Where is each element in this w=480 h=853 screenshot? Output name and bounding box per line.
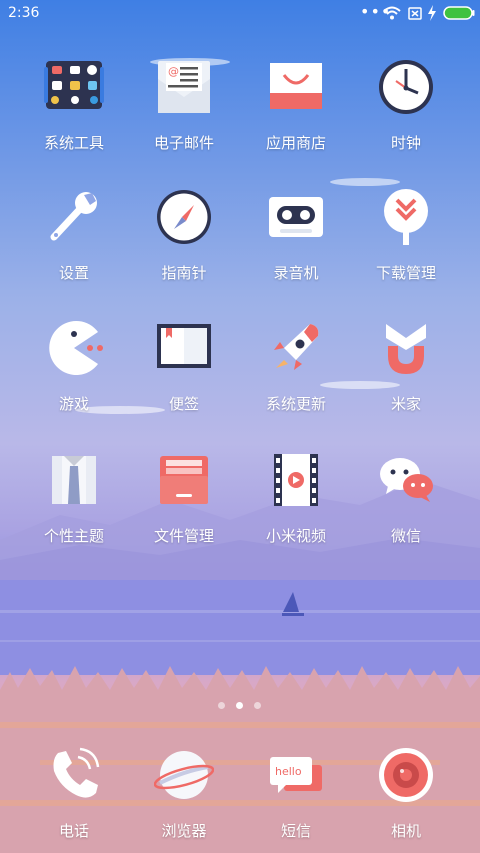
app-label: 相机 [390,822,421,840]
app-store[interactable]: 应用商店 [246,57,346,177]
app-themes[interactable]: 个性主题 [24,450,124,570]
no-sim-icon [408,7,422,20]
page-dot[interactable] [254,702,261,709]
dock-camera[interactable]: 相机 [356,745,456,853]
themes-icon [52,456,96,504]
battery-icon [443,6,475,20]
clock-icon [379,60,433,114]
app-label: 个性主题 [43,527,104,545]
app-label: 小米视频 [265,527,326,545]
page-dot-active[interactable] [236,702,243,709]
home-screen: 2:36 ••• 系统工具 @ 电子邮件 应用商店 时钟 设置 指南针 录音机 … [0,0,480,853]
app-label: 系统更新 [265,395,326,413]
app-label: 便签 [168,395,199,413]
clock-time: 2:36 [8,5,40,21]
app-label: 文件管理 [153,527,214,545]
page-dot[interactable] [218,702,225,709]
app-label: 浏览器 [161,822,207,840]
app-settings[interactable]: 设置 [24,187,124,307]
app-label: 应用商店 [265,134,326,152]
recorder-icon [269,197,323,237]
app-label: 微信 [390,527,421,545]
app-system-update[interactable]: 系统更新 [246,318,346,438]
app-file-manager[interactable]: 文件管理 [134,450,234,570]
dock-messages[interactable]: hello 短信 [246,745,346,853]
app-recorder[interactable]: 录音机 [246,187,346,307]
mijia-icon [386,324,426,374]
app-label: 指南针 [161,264,207,282]
file-manager-icon [160,456,208,504]
settings-wrench-icon [50,192,97,241]
app-store-icon [270,63,322,109]
app-label: 米家 [390,395,421,413]
dock: 电话 浏览器 hello 短信 相机 [0,745,480,853]
rocket-update-icon [274,324,319,370]
dock-browser[interactable]: 浏览器 [134,745,234,853]
page-indicator[interactable] [0,702,480,712]
app-label: 短信 [280,822,311,840]
app-label: 游戏 [58,395,89,413]
camera-icon [379,748,433,802]
app-label: 系统工具 [43,134,104,152]
app-email[interactable]: @ 电子邮件 [134,57,234,177]
game-icon [49,321,103,375]
dock-phone[interactable]: 电话 [24,745,124,853]
app-wechat[interactable]: 微信 [356,450,456,570]
app-label: 电话 [58,822,89,840]
svg-text:@: @ [168,65,179,78]
charging-bolt-icon [428,5,436,21]
email-icon: @ [158,61,210,113]
app-system-tools[interactable]: 系统工具 [24,57,124,177]
wifi-icon [383,6,401,20]
browser-icon [154,751,214,799]
wechat-icon [380,458,433,502]
messages-icon-text: hello [275,765,302,778]
app-game[interactable]: 游戏 [24,318,124,438]
app-clock[interactable]: 时钟 [356,57,456,177]
tools-folder-icon [44,61,104,109]
app-label: 下载管理 [375,264,436,282]
compass-icon [157,190,211,244]
phone-icon [53,747,100,798]
notes-icon [157,324,211,368]
video-icon [274,454,318,506]
app-label: 时钟 [390,134,421,152]
app-download-manager[interactable]: 下载管理 [356,187,456,307]
app-compass[interactable]: 指南针 [134,187,234,307]
status-bar: 2:36 ••• [0,0,480,28]
app-notes[interactable]: 便签 [134,318,234,438]
app-label: 电子邮件 [153,134,214,152]
app-label: 设置 [58,264,89,282]
app-label: 录音机 [273,264,319,282]
app-mijia[interactable]: 米家 [356,318,456,438]
app-mi-video[interactable]: 小米视频 [246,450,346,570]
download-icon [384,189,428,245]
messages-icon: hello [270,757,322,793]
